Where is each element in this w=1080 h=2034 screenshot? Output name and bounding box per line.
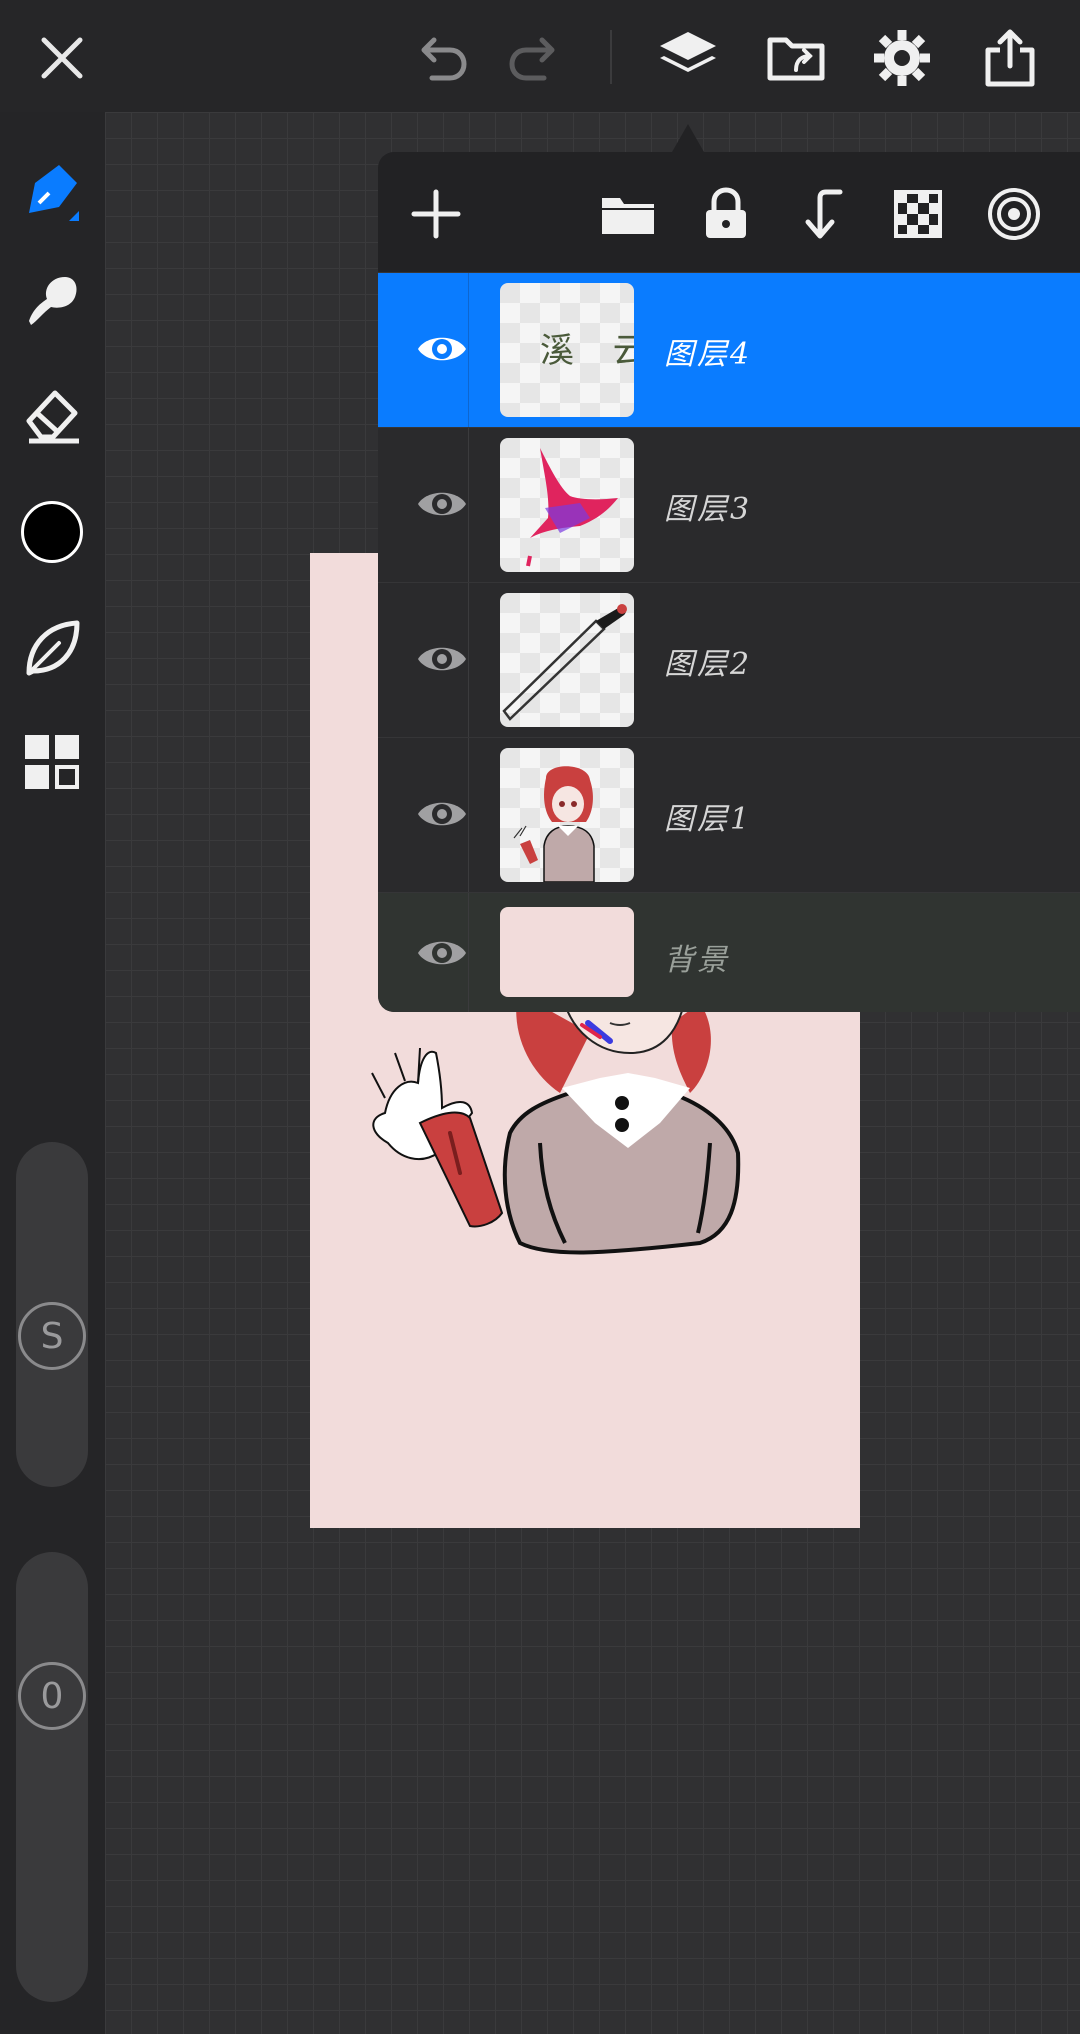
layer-name: 图层1 xyxy=(664,802,753,837)
layer-name: 图层4 xyxy=(664,337,753,372)
share-icon[interactable] xyxy=(972,20,1048,96)
lock-icon[interactable] xyxy=(690,178,762,250)
eye-icon[interactable] xyxy=(402,774,482,854)
thumb-calligraphy: 溪 云 xyxy=(540,331,634,371)
layer-thumbnail xyxy=(500,907,634,997)
close-icon[interactable] xyxy=(24,20,100,96)
layers-panel: 溪 云 图层4 图层3 图层2 图层1 xyxy=(378,152,1080,1012)
layer-row-4[interactable]: 溪 云 图层4 xyxy=(378,272,1080,427)
layer-thumbnail xyxy=(500,438,634,572)
tool-sidebar: S 0 xyxy=(0,112,105,2034)
add-layer-icon[interactable] xyxy=(400,178,472,250)
eye-icon[interactable] xyxy=(402,619,482,699)
layer-thumbnail xyxy=(500,593,634,727)
opacity-knob[interactable]: 0 xyxy=(18,1662,86,1730)
eye-icon[interactable] xyxy=(402,913,482,993)
panel-pointer xyxy=(672,124,704,152)
layer-thumbnail: 溪 云 xyxy=(500,283,634,417)
brush-size-knob[interactable]: S xyxy=(18,1302,86,1370)
eye-divider xyxy=(468,583,469,737)
redo-icon[interactable] xyxy=(498,20,574,96)
grid-icon[interactable] xyxy=(12,722,92,802)
layer-name: 图层2 xyxy=(664,647,753,682)
radial-icon[interactable] xyxy=(978,178,1050,250)
smudge-icon[interactable] xyxy=(12,262,92,342)
opacity-label: 0 xyxy=(40,1675,64,1717)
layer-row-2[interactable]: 图层2 xyxy=(378,582,1080,737)
import-icon[interactable] xyxy=(758,20,834,96)
toolbar-divider xyxy=(610,30,612,84)
opacity-slider[interactable]: 0 xyxy=(16,1552,88,2002)
settings-icon[interactable] xyxy=(864,20,940,96)
layer-row-3[interactable]: 图层3 xyxy=(378,427,1080,582)
eye-icon[interactable] xyxy=(402,464,482,544)
brush-size-slider[interactable]: S xyxy=(16,1142,88,1487)
brush-size-label: S xyxy=(40,1315,64,1357)
layer-row-background[interactable]: 背景 xyxy=(378,892,1080,1012)
eye-divider xyxy=(468,428,469,582)
leaf-icon[interactable] xyxy=(12,608,92,688)
eye-icon[interactable] xyxy=(402,309,482,389)
top-toolbar xyxy=(0,0,1080,112)
eye-divider xyxy=(468,738,469,892)
undo-icon[interactable] xyxy=(402,20,478,96)
layer-name: 图层3 xyxy=(664,492,753,527)
merge-down-icon[interactable] xyxy=(786,178,858,250)
eye-divider xyxy=(468,893,469,1012)
folder-icon[interactable] xyxy=(592,178,664,250)
eraser-icon[interactable] xyxy=(12,374,92,454)
pen-icon[interactable] xyxy=(12,152,92,232)
transparency-icon[interactable] xyxy=(882,178,954,250)
layers-icon[interactable] xyxy=(650,20,726,96)
eye-divider xyxy=(468,273,469,427)
layer-name: 背景 xyxy=(664,943,730,978)
layer-thumbnail xyxy=(500,748,634,882)
current-color xyxy=(21,501,83,563)
layer-row-1[interactable]: 图层1 xyxy=(378,737,1080,892)
color-swatch[interactable] xyxy=(12,492,92,572)
